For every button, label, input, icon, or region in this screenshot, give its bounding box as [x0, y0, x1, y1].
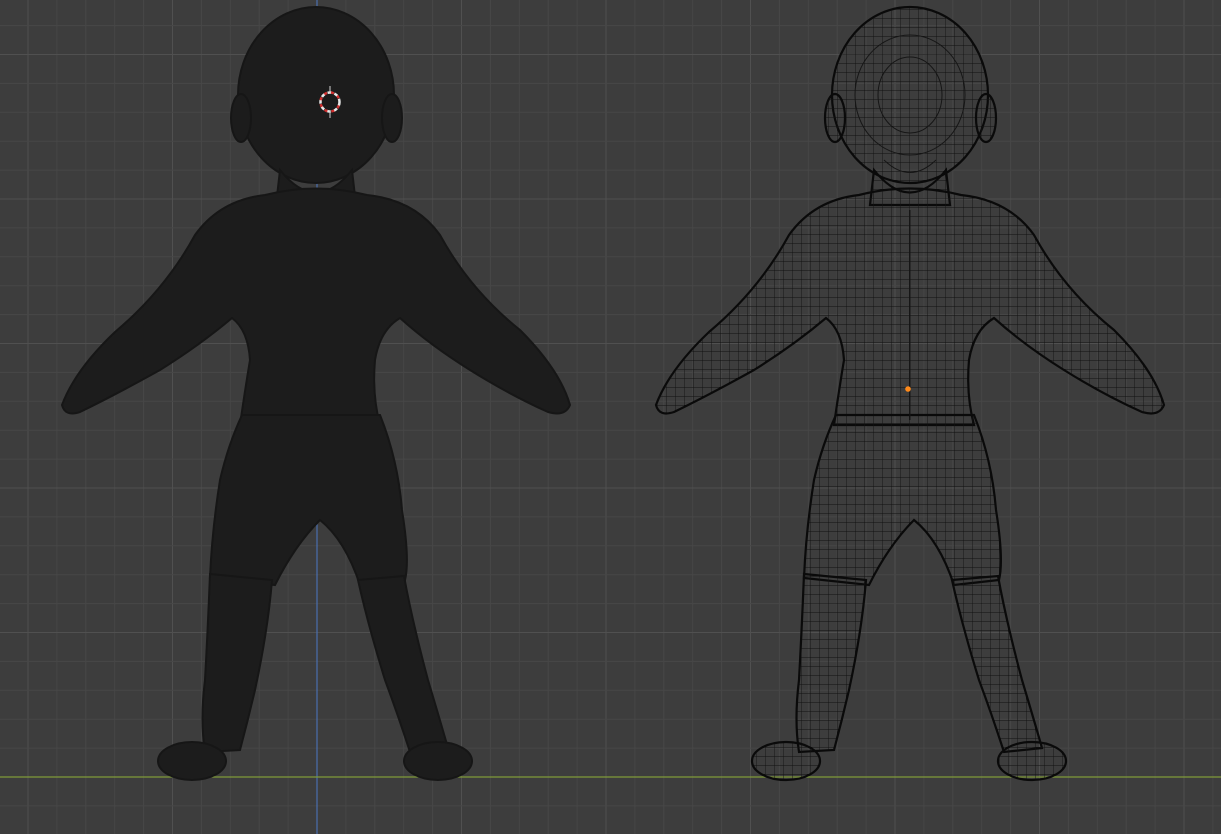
3d-viewport[interactable]: [0, 0, 1221, 834]
object-origin-icon: [905, 386, 911, 392]
viewport-background: [0, 0, 1221, 834]
